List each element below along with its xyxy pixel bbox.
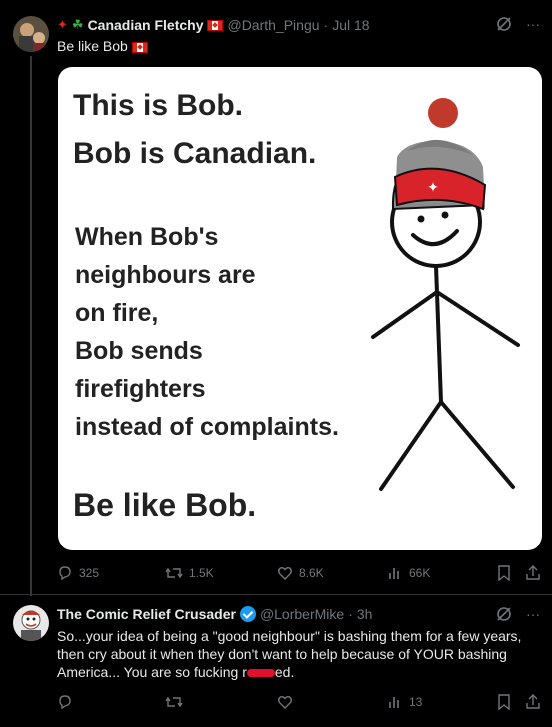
like-button[interactable] — [277, 694, 293, 710]
like-button[interactable]: 8.6K — [277, 565, 324, 581]
like-count: 8.6K — [299, 566, 324, 580]
meme-body-3: on fire, — [75, 299, 159, 327]
more-icon[interactable]: ··· — [526, 606, 540, 625]
separator-dot: · — [348, 606, 353, 622]
meme-closing: Be like Bob. — [73, 487, 257, 523]
repost-button[interactable]: 1.5K — [165, 565, 214, 581]
tweet-text-line-3: America... You are so fucking r ed. — [57, 663, 545, 681]
repost-count: 1.5K — [189, 566, 214, 580]
verified-badge-icon — [239, 606, 256, 622]
separator-dot: · — [323, 17, 329, 33]
reply-icon — [59, 566, 71, 581]
timestamp[interactable]: Jul 18 — [332, 17, 369, 33]
display-name[interactable]: Canadian Fletchy — [88, 17, 204, 33]
views-icon — [389, 697, 399, 708]
meme-body-4: Bob sends — [75, 337, 203, 365]
tweet-text-line-1: So...your idea of being a "good neighbou… — [57, 628, 522, 644]
repost-button[interactable] — [165, 694, 183, 710]
canada-flag-icon — [207, 19, 224, 31]
bookmark-icon — [498, 694, 510, 710]
share-button[interactable] — [525, 694, 541, 710]
bookmark-button[interactable] — [497, 565, 511, 581]
tweet-text-line-2: then cry about it when they don't want t… — [57, 646, 507, 662]
meme-line-1: This is Bob. — [73, 89, 244, 122]
meme-body-2: neighbours are — [75, 261, 256, 289]
reply-count: 325 — [79, 566, 100, 580]
tweet-text-part-b: ed. — [274, 664, 295, 680]
share-icon — [526, 694, 540, 709]
repost-icon — [165, 567, 183, 579]
reply-icon — [59, 695, 71, 710]
svg-text:✦: ✦ — [427, 180, 439, 196]
bob-stick-figure: ✦ — [371, 98, 520, 491]
maple-leaf-icon: ✦ — [57, 17, 68, 32]
tweet-actions: 13 — [57, 694, 542, 714]
tweet-text-part-a: America... You are so fucking r — [57, 664, 247, 680]
meme-image[interactable]: This is Bob. Bob is Canadian. When Bob's… — [58, 67, 542, 550]
tweet-1[interactable]: ✦ ☘ Canadian Fletchy @Darth_Pingu · Jul … — [0, 0, 552, 596]
tweet-text: Be like Bob — [57, 37, 148, 55]
bookmark-icon — [498, 565, 510, 581]
tweet-top-icons: ··· — [496, 16, 540, 35]
reply-button[interactable] — [57, 694, 73, 710]
thread-line — [30, 56, 32, 596]
grok-icon[interactable] — [496, 16, 512, 35]
views-icon — [389, 568, 399, 579]
meme-line-2: Bob is Canadian. — [73, 137, 317, 170]
meme-body-6: instead of complaints. — [75, 413, 339, 441]
handle[interactable]: @LorberMike — [260, 606, 344, 622]
tweet-2[interactable]: The Comic Relief Crusader @LorberMike · … — [0, 595, 552, 727]
bookmark-button[interactable] — [497, 694, 511, 710]
more-icon[interactable]: ··· — [526, 16, 540, 35]
avatar[interactable] — [13, 16, 49, 52]
meme-body-1: When Bob's — [75, 223, 219, 251]
like-icon — [278, 696, 292, 709]
tweet-text-content: Be like Bob — [57, 38, 128, 54]
views-count: 66K — [409, 566, 431, 580]
redaction-mark — [246, 669, 275, 678]
grok-icon[interactable] — [496, 606, 512, 625]
reply-button[interactable]: 325 — [57, 565, 99, 581]
like-icon — [278, 567, 292, 580]
timestamp[interactable]: 3h — [357, 606, 373, 622]
views-count: 13 — [409, 695, 423, 709]
tweet-header: ✦ ☘ Canadian Fletchy @Darth_Pingu · Jul … — [57, 17, 370, 33]
meme-body-5: firefighters — [75, 375, 206, 403]
avatar[interactable] — [13, 605, 49, 641]
display-name[interactable]: The Comic Relief Crusader — [57, 606, 236, 622]
canada-flag-icon — [131, 41, 148, 53]
views-button[interactable]: 13 — [387, 694, 422, 710]
tweet-actions: 325 1.5K 8.6K 66K — [57, 565, 542, 585]
share-icon — [526, 565, 540, 580]
shamrock-icon: ☘ — [71, 17, 84, 32]
share-button[interactable] — [525, 565, 541, 581]
tweet-text: So...your idea of being a "good neighbou… — [57, 627, 545, 681]
handle[interactable]: @Darth_Pingu — [227, 17, 319, 33]
repost-icon — [165, 696, 183, 708]
tweet-header: The Comic Relief Crusader @LorberMike · … — [57, 606, 372, 622]
tweet-top-icons: ··· — [496, 606, 540, 625]
views-button[interactable]: 66K — [387, 565, 430, 581]
